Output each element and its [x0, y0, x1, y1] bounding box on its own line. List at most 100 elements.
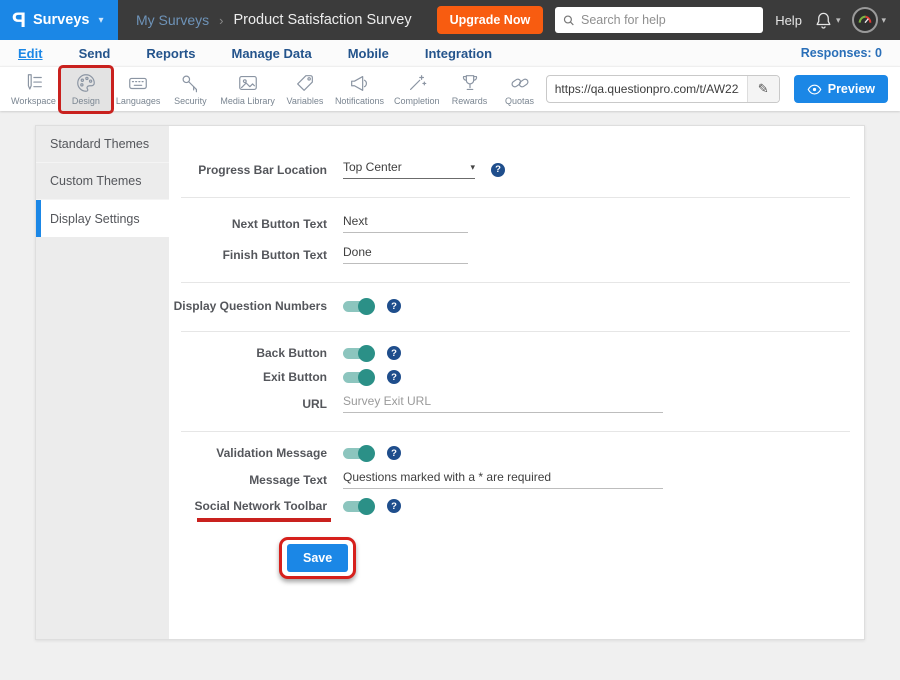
- toolbar-item-label: Quotas: [505, 96, 534, 106]
- help-icon[interactable]: ?: [387, 446, 401, 460]
- survey-nav: Edit Send Reports Manage Data Mobile Int…: [0, 40, 900, 66]
- finish-button-text-row: Finish Button Text: [169, 245, 864, 264]
- megaphone-icon: [348, 72, 370, 94]
- toolbar-item-label: Workspace: [11, 96, 56, 106]
- toolbar-item-security[interactable]: Security: [165, 67, 215, 112]
- finish-button-text-input[interactable]: [343, 245, 468, 264]
- survey-url-field: ✎: [546, 75, 780, 103]
- message-text-input[interactable]: [343, 470, 663, 489]
- toolbar-item-languages[interactable]: Languages: [111, 67, 166, 112]
- responses-count[interactable]: Responses: 0: [801, 46, 882, 60]
- tab-integration[interactable]: Integration: [425, 46, 492, 61]
- toolbar-item-variables[interactable]: Variables: [280, 67, 330, 112]
- display-question-numbers-label: Display Question Numbers: [169, 299, 327, 313]
- breadcrumb-survey-title: Product Satisfaction Survey: [233, 12, 411, 28]
- toolbar-item-label: Media Library: [220, 96, 275, 106]
- tab-send[interactable]: Send: [79, 46, 111, 61]
- help-search-box[interactable]: [555, 7, 763, 33]
- chevron-down-icon: ▾: [881, 15, 886, 26]
- design-sidebar: Standard Themes Custom Themes Display Se…: [36, 126, 169, 639]
- validation-message-row: Validation Message ?: [169, 446, 864, 460]
- eye-icon: [807, 82, 822, 97]
- message-text-label: Message Text: [169, 473, 327, 487]
- save-button[interactable]: Save: [287, 544, 348, 572]
- avatar: [852, 7, 878, 33]
- help-icon[interactable]: ?: [387, 299, 401, 313]
- toolbar-item-label: Rewards: [452, 96, 488, 106]
- chevron-down-icon: ▾: [470, 162, 475, 173]
- toggle-knob: [358, 498, 375, 515]
- search-icon: [563, 14, 575, 27]
- account-menu[interactable]: ▾: [852, 7, 886, 33]
- edit-toolbar: Workspace Design Languages Security Medi…: [0, 66, 900, 111]
- help-icon[interactable]: ?: [387, 499, 401, 513]
- progress-bar-location-select[interactable]: Top Center ▾: [343, 160, 475, 179]
- validation-message-toggle[interactable]: [343, 448, 373, 459]
- tab-reports[interactable]: Reports: [146, 46, 195, 61]
- exit-url-label: URL: [169, 397, 327, 411]
- product-menu-label: Surveys: [33, 12, 89, 28]
- toolbar-item-completion[interactable]: Completion: [389, 67, 445, 112]
- notifications-menu[interactable]: ▾: [814, 11, 841, 30]
- help-icon[interactable]: ?: [387, 346, 401, 360]
- image-icon: [237, 72, 259, 94]
- exit-url-input[interactable]: [343, 394, 663, 413]
- toggle-knob: [358, 345, 375, 362]
- social-network-toolbar-label-text: Social Network Toolbar: [195, 499, 327, 513]
- key-icon: [179, 72, 201, 94]
- toolbar-item-label: Languages: [116, 96, 161, 106]
- help-icon[interactable]: ?: [387, 370, 401, 384]
- toolbar-item-rewards[interactable]: Rewards: [445, 67, 495, 112]
- exit-button-toggle[interactable]: [343, 372, 373, 383]
- next-button-text-input[interactable]: [343, 214, 468, 233]
- breadcrumb-separator-icon: ›: [219, 13, 223, 28]
- message-text-row: Message Text: [169, 470, 864, 489]
- progress-bar-location-label: Progress Bar Location: [169, 163, 327, 177]
- tab-manage-data[interactable]: Manage Data: [231, 46, 311, 61]
- help-link[interactable]: Help: [775, 13, 802, 28]
- top-header: P Surveys ▾ My Surveys › Product Satisfa…: [0, 0, 900, 40]
- search-input[interactable]: [581, 13, 755, 27]
- breadcrumb-my-surveys[interactable]: My Surveys: [136, 12, 209, 28]
- upgrade-now-button[interactable]: Upgrade Now: [437, 6, 544, 34]
- toolbar-item-label: Completion: [394, 96, 440, 106]
- section-divider: [181, 197, 850, 198]
- tab-edit[interactable]: Edit: [18, 46, 43, 61]
- exit-button-label: Exit Button: [169, 370, 327, 384]
- back-button-label: Back Button: [169, 346, 327, 360]
- design-settings-card: Standard Themes Custom Themes Display Se…: [35, 125, 865, 640]
- social-network-toolbar-toggle[interactable]: [343, 501, 373, 512]
- header-actions: Upgrade Now Help ▾ ▾: [437, 6, 900, 34]
- help-icon[interactable]: ?: [491, 163, 505, 177]
- bell-icon: [814, 11, 833, 30]
- sidebar-item-standard-themes[interactable]: Standard Themes: [36, 126, 169, 163]
- survey-url-input[interactable]: [547, 82, 747, 96]
- progress-bar-location-row: Progress Bar Location Top Center ▾ ?: [169, 160, 864, 179]
- edit-url-pencil-icon[interactable]: ✎: [747, 76, 779, 102]
- tag-icon: [294, 72, 316, 94]
- toolbar-item-label: Variables: [287, 96, 324, 106]
- exit-url-row: URL: [169, 394, 864, 413]
- tab-mobile[interactable]: Mobile: [348, 46, 389, 61]
- toolbar-item-notifications[interactable]: Notifications: [330, 67, 389, 112]
- section-divider: [181, 331, 850, 332]
- display-question-numbers-row: Display Question Numbers ?: [169, 299, 864, 313]
- display-question-numbers-toggle[interactable]: [343, 301, 373, 312]
- toggle-knob: [358, 298, 375, 315]
- toolbar-item-label: Design: [72, 96, 100, 106]
- next-button-text-row: Next Button Text: [169, 214, 864, 233]
- toolbar-item-quotas[interactable]: Quotas: [495, 67, 545, 112]
- questionpro-logo-menu[interactable]: P Surveys ▾: [0, 0, 118, 40]
- preview-button[interactable]: Preview: [794, 75, 888, 103]
- toolbar-item-label: Security: [174, 96, 207, 106]
- sidebar-item-custom-themes[interactable]: Custom Themes: [36, 163, 169, 200]
- toolbar-item-design[interactable]: Design: [61, 67, 111, 112]
- toolbar-item-media-library[interactable]: Media Library: [215, 67, 280, 112]
- toolbar-item-workspace[interactable]: Workspace: [6, 67, 61, 112]
- red-annotation-underline-social: [197, 518, 331, 522]
- validation-message-label: Validation Message: [169, 446, 327, 460]
- sidebar-item-display-settings[interactable]: Display Settings: [36, 200, 169, 237]
- back-button-toggle[interactable]: [343, 348, 373, 359]
- toolbar-item-label: Notifications: [335, 96, 384, 106]
- preview-button-label: Preview: [828, 82, 875, 96]
